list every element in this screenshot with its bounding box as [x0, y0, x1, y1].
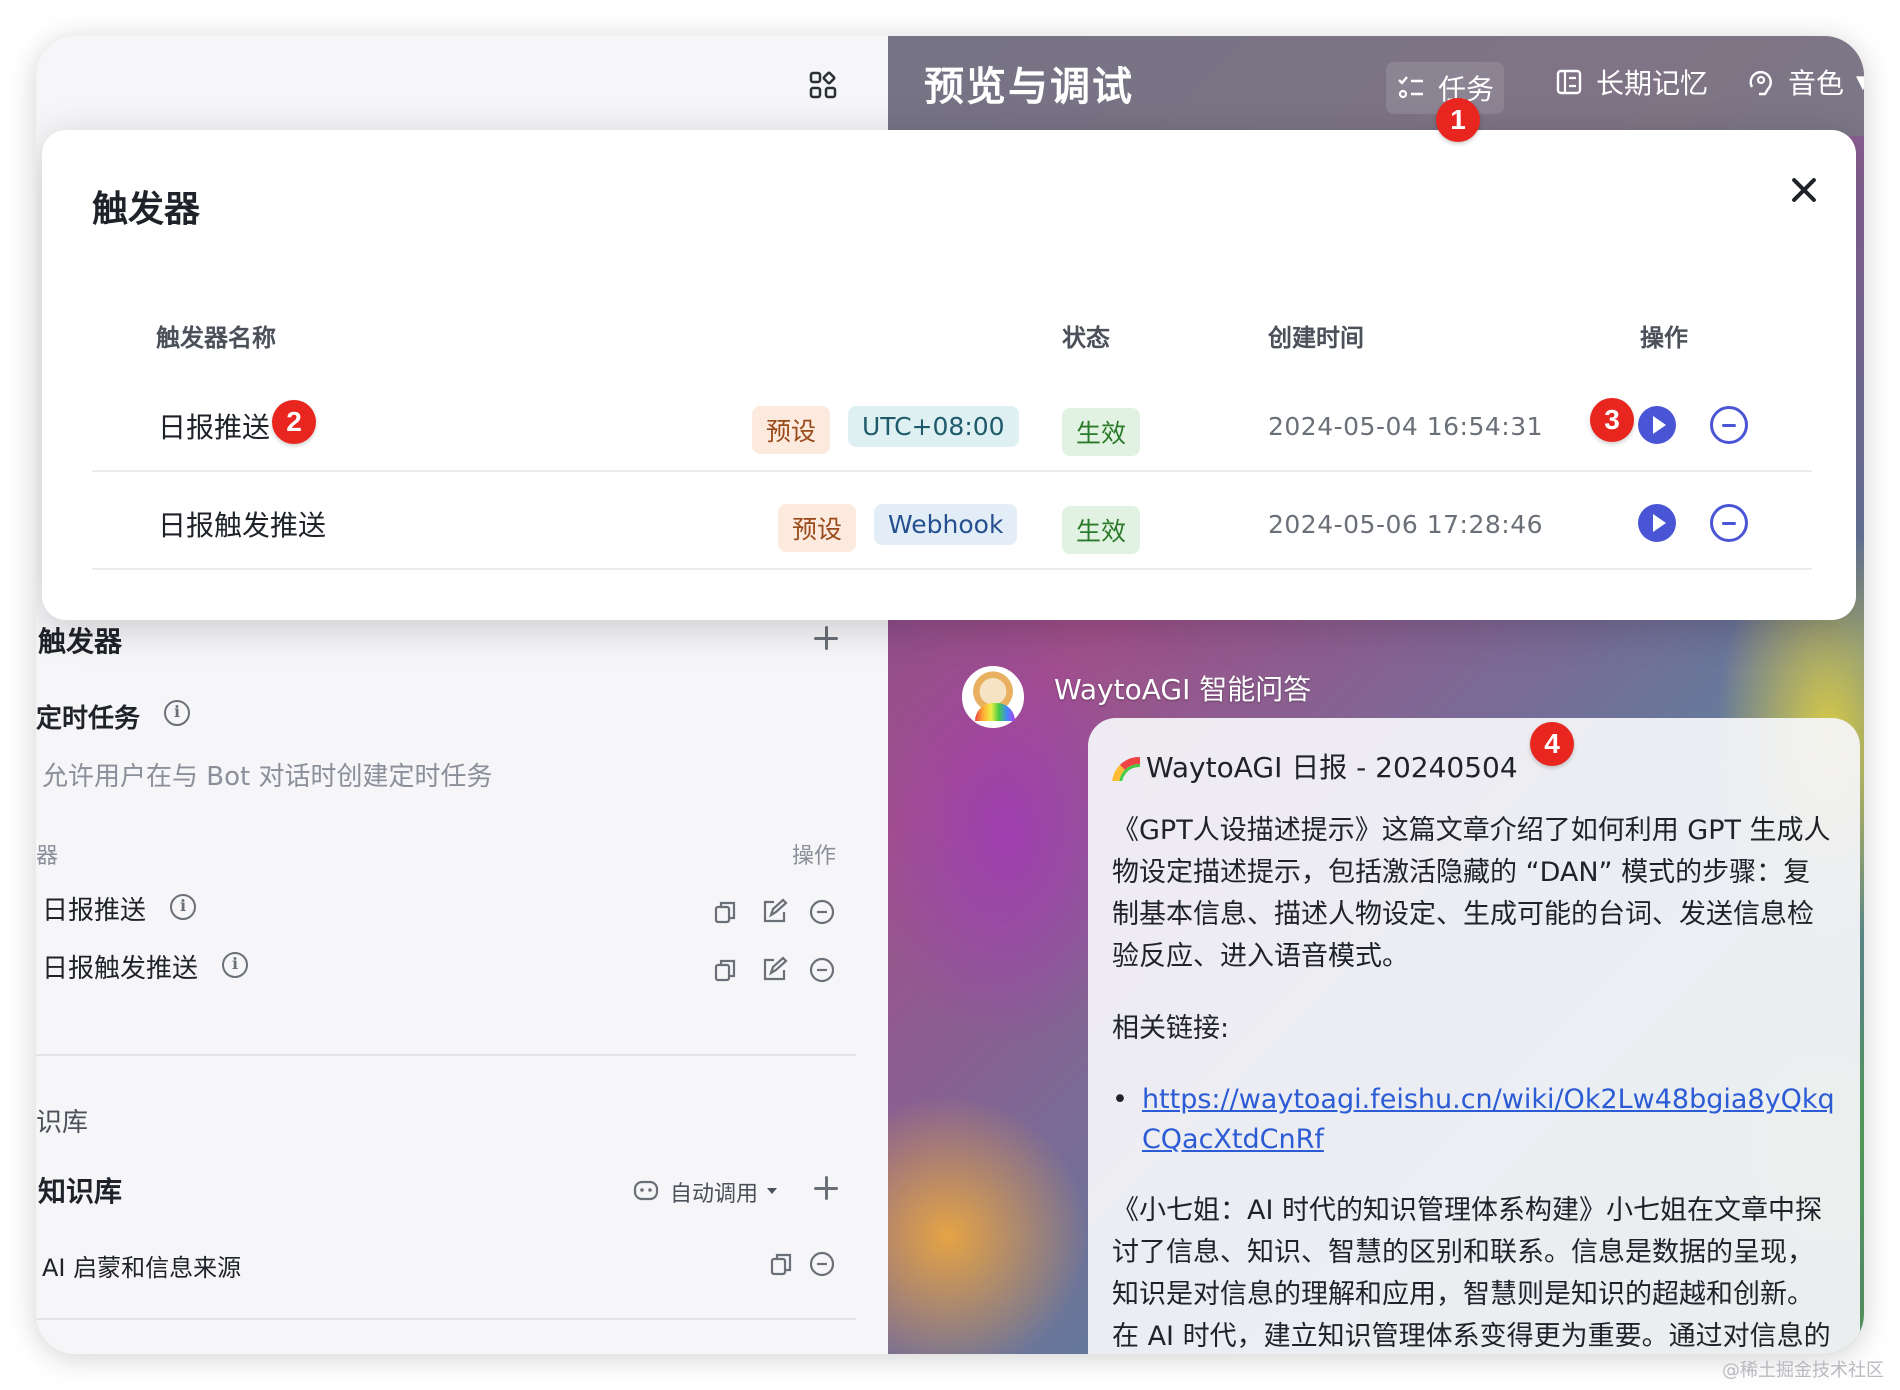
run-trigger-button[interactable]	[1638, 504, 1676, 542]
add-trigger-icon[interactable]	[812, 624, 840, 652]
info-icon[interactable]: i	[170, 894, 196, 920]
status-badge: 生效	[1062, 506, 1141, 554]
trigger-modal: 触发器 触发器名称 状态 创建时间 操作 日报推送 预设 UTC+08:00 生…	[42, 130, 1856, 620]
copy-icon[interactable]	[712, 956, 740, 984]
copy-icon[interactable]	[712, 898, 740, 926]
message-title-row: WaytoAGI 日报 - 20240504	[1112, 746, 1836, 786]
preview-header: 预览与调试 任务 长期记忆 音色 ▼	[888, 36, 1864, 136]
close-icon[interactable]	[1786, 172, 1822, 208]
modal-title: 触发器	[92, 189, 201, 230]
message-title: WaytoAGI 日报 - 20240504	[1146, 751, 1518, 784]
robot-icon	[633, 1180, 659, 1201]
column-header-status: 状态	[1062, 324, 1110, 352]
column-header-name: 触发器名称	[156, 324, 276, 352]
preview-title: 预览与调试	[924, 64, 1134, 110]
article-link[interactable]: https://waytoagi.feishu.cn/wiki/Ok2Lw48b…	[1142, 1080, 1836, 1160]
bot-avatar	[962, 666, 1024, 728]
delete-trigger-button[interactable]	[1710, 406, 1748, 444]
annotation-badge: 3	[1590, 398, 1634, 442]
column-header-actions: 操作	[1640, 324, 1688, 352]
add-knowledge-icon[interactable]	[812, 1174, 840, 1202]
knowledge-title: 知识库	[38, 1175, 123, 1208]
trigger-list-header: 器	[36, 844, 59, 869]
trigger-section-title: 触发器	[38, 625, 123, 658]
caret-down-icon: ▼	[1856, 71, 1864, 93]
row-divider	[92, 470, 1812, 472]
scheduled-task-label: 定时任务	[36, 704, 141, 734]
delete-trigger-button[interactable]	[1710, 504, 1748, 542]
info-icon[interactable]: i	[222, 952, 248, 978]
status-badge: 生效	[1062, 408, 1141, 456]
message-paragraph: 《GPT人设描述提示》这篇文章介绍了如何利用 GPT 生成人物设定描述提示，包括…	[1112, 815, 1831, 972]
column-header-created: 创建时间	[1268, 324, 1364, 352]
memory-icon	[1556, 69, 1582, 95]
remove-icon[interactable]	[808, 898, 836, 926]
section-divider	[36, 1318, 856, 1320]
knowledge-section-title: 识库	[36, 1108, 89, 1138]
remove-icon[interactable]	[808, 956, 836, 984]
trigger-item-name: 日报触发推送	[42, 954, 199, 984]
message-bubble: WaytoAGI 日报 - 20240504 《GPT人设描述提示》这篇文章介绍…	[1088, 718, 1860, 1354]
watermark: @稀土掘金技术社区	[1722, 1360, 1884, 1381]
bullet-icon: •	[1112, 1084, 1128, 1115]
remove-icon[interactable]	[808, 1250, 836, 1278]
long-term-memory-button[interactable]: 长期记忆	[1554, 62, 1708, 102]
auto-call-dropdown[interactable]: 自动调用	[670, 1176, 758, 1208]
edit-icon[interactable]	[760, 898, 788, 926]
related-links-label: 相关链接:	[1112, 1013, 1230, 1044]
voice-dropdown[interactable]: 音色 ▼	[1746, 62, 1864, 102]
rainbow-icon	[1112, 753, 1140, 781]
app-window: 触发器 定时任务 i 允许用户在与 Bot 对话时创建定时任务 器 操作 日报推…	[36, 36, 1864, 1354]
info-icon[interactable]: i	[164, 700, 190, 726]
timezone-tag: UTC+08:00	[848, 406, 1019, 447]
message-paragraph: 《小七姐：AI 时代的知识管理体系构建》小七姐在文章中探讨了信息、知识、智慧的区…	[1112, 1195, 1831, 1352]
annotation-badge: 4	[1530, 722, 1574, 766]
bot-name: WaytoAGI 智能问答	[1054, 673, 1312, 706]
scheduled-task-description: 允许用户在与 Bot 对话时创建定时任务	[42, 762, 493, 792]
webhook-tag: Webhook	[874, 504, 1018, 545]
copy-icon[interactable]	[768, 1250, 796, 1278]
section-divider	[36, 1054, 856, 1056]
trigger-item-name: 日报推送	[42, 896, 147, 926]
layout-grid-icon[interactable]	[808, 70, 838, 100]
trigger-name: 日报触发推送	[158, 509, 327, 542]
task-list-icon	[1398, 76, 1423, 99]
trigger-name: 日报推送	[158, 411, 271, 444]
memory-label: 长期记忆	[1596, 67, 1709, 100]
row-divider	[92, 568, 1812, 570]
preset-tag: 预设	[752, 406, 831, 454]
voice-icon	[1749, 70, 1772, 96]
run-trigger-button[interactable]	[1638, 406, 1676, 444]
voice-label: 音色	[1788, 67, 1845, 100]
annotation-badge: 2	[272, 400, 316, 444]
list-item: • https://waytoagi.feishu.cn/wiki/Ok2Lw4…	[1112, 1080, 1836, 1160]
knowledge-item-name: AI 启蒙和信息来源	[42, 1254, 242, 1282]
created-time: 2024-05-04 16:54:31	[1268, 412, 1544, 441]
annotation-badge: 1	[1436, 98, 1480, 142]
actions-header: 操作	[792, 844, 837, 869]
caret-down-icon[interactable]	[764, 1176, 780, 1204]
created-time: 2024-05-06 17:28:46	[1268, 510, 1544, 539]
edit-icon[interactable]	[760, 956, 788, 984]
preset-tag: 预设	[778, 504, 857, 552]
